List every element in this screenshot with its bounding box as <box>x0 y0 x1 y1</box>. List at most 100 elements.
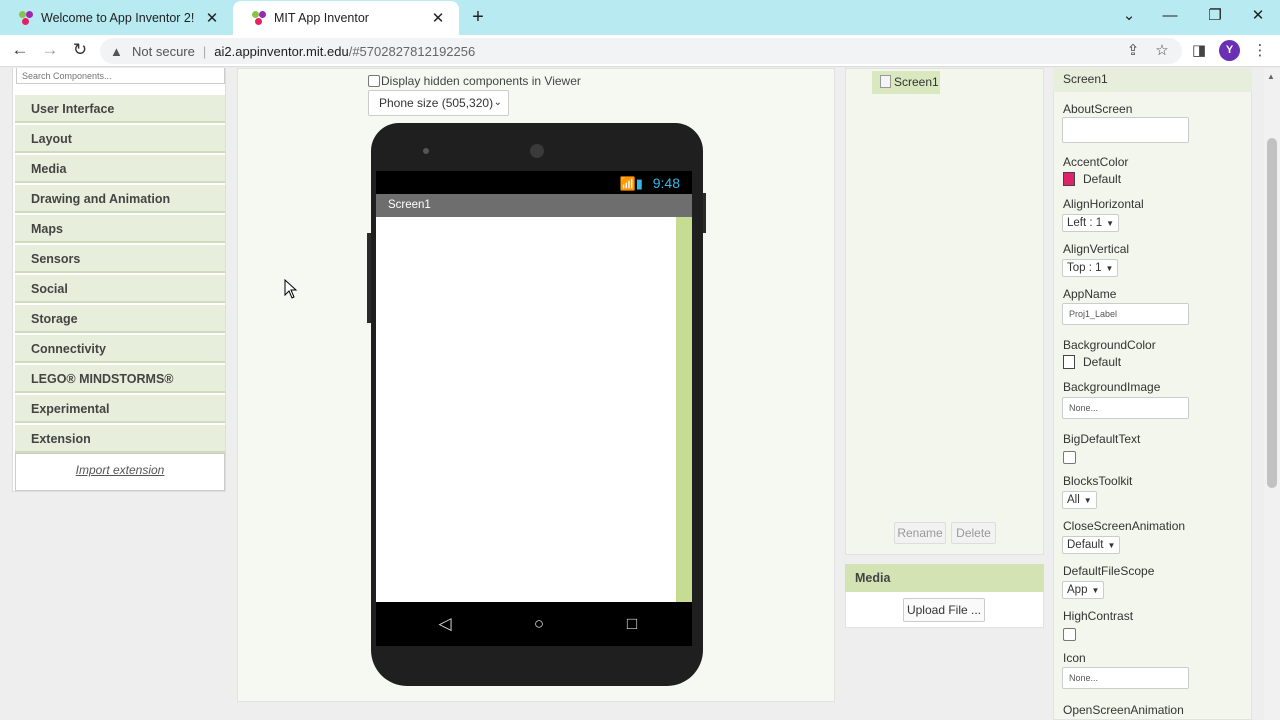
prop-close-screen-animation-dropdown[interactable]: Default ▼ <box>1062 536 1121 554</box>
prop-value: Default <box>1083 355 1122 369</box>
rename-button[interactable]: Rename <box>894 522 946 544</box>
security-label: Not secure <box>132 43 195 59</box>
restore-button[interactable]: ❐ <box>1203 5 1227 27</box>
category-sensors[interactable]: Sensors <box>15 245 225 273</box>
prop-align-vertical-label: AlignVertical <box>1063 242 1130 256</box>
bookmark-star-icon[interactable]: ☆ <box>1152 41 1172 61</box>
color-swatch <box>1063 172 1075 186</box>
profile-avatar[interactable]: Y <box>1219 40 1240 61</box>
prop-high-contrast-label: HighContrast <box>1063 609 1134 623</box>
app-inventor-favicon <box>251 10 267 26</box>
prop-background-color-picker[interactable]: Default <box>1063 355 1121 369</box>
prop-open-screen-animation-label: OpenScreenAnimation <box>1063 703 1184 717</box>
prop-background-image-picker[interactable]: None... <box>1062 397 1189 419</box>
hidden-components-row[interactable]: Display hidden components in Viewer <box>368 74 581 88</box>
prop-value: App <box>1067 584 1088 596</box>
tab-close-icon[interactable]: ✕ <box>429 9 447 27</box>
category-connectivity[interactable]: Connectivity <box>15 335 225 363</box>
component-tree-screen1[interactable]: Screen1 <box>872 71 940 94</box>
prop-about-screen-textarea[interactable] <box>1062 117 1189 143</box>
components-panel <box>845 68 1044 555</box>
category-social[interactable]: Social <box>15 275 225 303</box>
tab-title: MIT App Inventor <box>274 11 369 25</box>
url-bar[interactable]: ▲ Not secure | ai2.appinventor.mit.edu /… <box>100 38 1182 64</box>
category-media[interactable]: Media <box>15 155 225 183</box>
category-user-interface[interactable]: User Interface <box>15 95 225 123</box>
minimize-button[interactable]: — <box>1158 5 1182 27</box>
app-inventor-favicon <box>18 10 34 26</box>
category-extension[interactable]: Extension <box>15 425 225 453</box>
prop-big-default-text-checkbox[interactable] <box>1063 451 1076 464</box>
close-window-button[interactable]: ✕ <box>1246 5 1270 27</box>
phone-side-button <box>367 233 371 323</box>
caret-down-icon: ▼ <box>1091 586 1100 595</box>
back-arrow-icon[interactable]: ← <box>9 39 31 61</box>
category-lego-mindstorms[interactable]: LEGO® MINDSTORMS® <box>15 365 225 393</box>
speaker-icon <box>530 144 544 158</box>
camera-dot <box>423 148 429 154</box>
new-tab-button[interactable]: + <box>468 6 488 28</box>
tab-close-icon[interactable]: ✕ <box>203 9 221 27</box>
screen-scroll-strip <box>676 217 692 602</box>
phone-size-value: Phone size (505,320) <box>379 96 494 110</box>
reload-icon[interactable]: ↻ <box>69 39 91 61</box>
category-storage[interactable]: Storage <box>15 305 225 333</box>
nav-home-icon: ○ <box>533 614 545 633</box>
chevron-down-icon: ⌄ <box>493 97 502 108</box>
prop-value: Left : 1 <box>1067 217 1103 229</box>
separator: | <box>202 43 207 59</box>
category-maps[interactable]: Maps <box>15 215 225 243</box>
caret-down-icon: ▼ <box>1083 496 1092 505</box>
warning-icon: ▲ <box>110 43 123 59</box>
component-label: Screen1 <box>894 75 939 89</box>
prop-close-screen-animation-label: CloseScreenAnimation <box>1063 519 1186 533</box>
caret-down-icon: ▼ <box>1106 219 1115 228</box>
tab-mit-app-inventor[interactable]: MIT App Inventor ✕ <box>233 1 459 35</box>
prop-default-file-scope-label: DefaultFileScope <box>1063 564 1155 578</box>
kebab-menu-icon[interactable]: ⋮ <box>1250 41 1270 61</box>
prop-app-name-input[interactable]: Proj1_Label <box>1062 303 1189 325</box>
delete-button[interactable]: Delete <box>951 522 996 544</box>
prop-big-default-text-label: BigDefaultText <box>1063 432 1141 446</box>
search-components-input[interactable] <box>16 68 225 84</box>
scroll-up-icon[interactable]: ▲ <box>1267 72 1275 81</box>
media-header: Media <box>845 564 1044 592</box>
address-bar-row: ← → ↻ ▲ Not secure | ai2.appinventor.mit… <box>0 35 1280 67</box>
share-icon[interactable]: ⇪ <box>1123 41 1143 61</box>
hidden-components-checkbox[interactable] <box>368 75 380 87</box>
phone-screen-canvas[interactable] <box>376 217 692 602</box>
phone-size-select[interactable]: Phone size (505,320) ⌄ <box>368 90 509 116</box>
page-scrollbar[interactable]: ▲ <box>1264 68 1280 720</box>
category-layout[interactable]: Layout <box>15 125 225 153</box>
prop-value: Default <box>1067 539 1104 551</box>
url-path: /#5702827812192256 <box>348 43 476 59</box>
prop-default-file-scope-dropdown[interactable]: App ▼ <box>1062 581 1105 599</box>
category-experimental[interactable]: Experimental <box>15 395 225 423</box>
phone-status-bar: 📶▮ 9:48 <box>376 171 692 195</box>
tab-search-icon[interactable]: ⌄ <box>1117 5 1141 27</box>
browser-tabbar: Welcome to App Inventor 2! ✕ MIT App Inv… <box>0 0 1280 35</box>
import-extension-link[interactable]: Import extension <box>15 453 225 491</box>
prop-value: Default <box>1083 172 1122 186</box>
properties-title: Screen1 <box>1053 68 1252 92</box>
phone-nav-bar: ◁ ○ □ <box>376 602 692 646</box>
phone-screen-title[interactable]: Screen1 <box>376 194 692 217</box>
mouse-cursor-icon <box>284 279 298 299</box>
forward-arrow-icon[interactable]: → <box>39 39 61 61</box>
prop-icon-picker[interactable]: None... <box>1062 667 1189 689</box>
prop-high-contrast-checkbox[interactable] <box>1063 628 1076 641</box>
palette-panel: User Interface Layout Media Drawing and … <box>12 68 226 492</box>
scrollbar-thumb[interactable] <box>1267 138 1277 488</box>
hidden-components-label: Display hidden components in Viewer <box>381 74 581 88</box>
category-drawing-animation[interactable]: Drawing and Animation <box>15 185 225 213</box>
prop-blocks-toolkit-dropdown[interactable]: All ▼ <box>1062 491 1097 509</box>
prop-blocks-toolkit-label: BlocksToolkit <box>1063 474 1133 488</box>
prop-accent-color-picker[interactable]: Default <box>1063 172 1121 186</box>
side-panel-icon[interactable]: ◨ <box>1189 41 1209 61</box>
prop-align-vertical-dropdown[interactable]: Top : 1 ▼ <box>1062 259 1119 277</box>
tab-welcome[interactable]: Welcome to App Inventor 2! ✕ <box>0 0 233 35</box>
prop-align-horizontal-dropdown[interactable]: Left : 1 ▼ <box>1062 214 1120 232</box>
caret-down-icon: ▼ <box>1105 264 1114 273</box>
prop-icon-label: Icon <box>1063 651 1086 665</box>
upload-file-button[interactable]: Upload File ... <box>903 598 985 622</box>
